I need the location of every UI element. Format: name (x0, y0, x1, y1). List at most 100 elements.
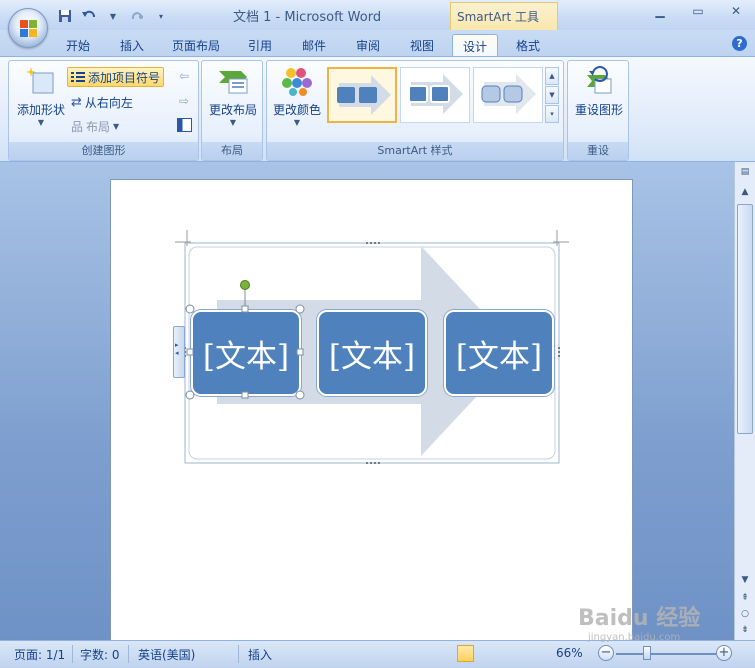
status-bar: 页面: 1/1 字数: 0 英语(美国) 插入 66% − + (0, 640, 755, 668)
text-pane-toggle[interactable]: ▸ ◂ (173, 326, 185, 378)
style-option[interactable] (400, 67, 470, 123)
vertical-scrollbar[interactable]: ▤ ▲ ▼ ⇞ ○ ⇟ (734, 162, 755, 640)
zoom-slider[interactable] (616, 653, 716, 655)
help-icon[interactable]: ? (732, 36, 747, 51)
promote-icon[interactable]: ⇦ (179, 69, 189, 83)
change-layout-label: 更改布局 (208, 103, 257, 117)
add-bullet-button[interactable]: 添加项目符号 (67, 67, 165, 87)
save-icon[interactable] (56, 8, 74, 24)
group-smartart-styles: 更改颜色 ▼ ▲ ▼ ▾ SmartArt 样式 (266, 60, 564, 161)
word-count[interactable]: 字数: 0 (80, 646, 120, 663)
group-reset: 重设图形 重设 (567, 60, 629, 161)
chevron-down-icon: ▼ (113, 121, 120, 131)
page-count[interactable]: 页面: 1/1 (14, 646, 65, 663)
scroll-down-icon[interactable]: ▼ (737, 572, 753, 588)
tab-view[interactable]: 视图 (400, 34, 444, 56)
tab-design[interactable]: 设计 (452, 34, 498, 56)
tab-mailings[interactable]: 邮件 (292, 34, 336, 56)
expand-arrows-icon: ▸ ◂ (175, 341, 179, 357)
office-logo-icon (20, 20, 37, 37)
minimize-icon[interactable]: ▁ (641, 0, 679, 22)
group-label: 重设 (568, 142, 628, 160)
tab-page-layout[interactable]: 页面布局 (164, 34, 228, 56)
add-bullet-label: 添加项目符号 (88, 70, 161, 85)
language-indicator[interactable]: 英语(美国) (138, 646, 195, 663)
style-gallery (327, 67, 543, 125)
demote-icon[interactable]: ⇨ (179, 94, 189, 108)
bullet-list-icon (71, 72, 85, 82)
window-title: 文档 1 - Microsoft Word (233, 10, 382, 25)
change-layout-button[interactable]: 更改布局 ▼ (204, 65, 262, 127)
undo-dropdown-icon[interactable]: ▼ (104, 8, 122, 24)
smartart-box-1[interactable]: [文本] (191, 310, 301, 396)
right-to-left-label: 从右向左 (84, 95, 133, 110)
org-chart-icon: 品 (71, 119, 84, 134)
gallery-scroll: ▲ ▼ ▾ (545, 67, 559, 124)
ribbon: 添加形状 ▼ 添加项目符号 ⇄ 从右向左 品 布局 ▼ ⇦ ⇨ 创建图形 更改布… (0, 56, 755, 162)
print-layout-icon[interactable] (457, 645, 474, 662)
tab-insert[interactable]: 插入 (110, 34, 154, 56)
text-pane-icon[interactable] (177, 118, 192, 132)
scroll-up-icon[interactable]: ▲ (737, 184, 753, 200)
maximize-icon[interactable]: ▭ (679, 0, 717, 22)
close-icon[interactable]: ✕ (717, 0, 755, 22)
tab-references[interactable]: 引用 (238, 34, 282, 56)
gallery-up-icon[interactable]: ▲ (545, 67, 559, 85)
tab-home[interactable]: 开始 (56, 34, 100, 56)
full-screen-reading-icon[interactable] (476, 645, 493, 662)
change-colors-label: 更改颜色 (272, 103, 321, 117)
tab-review[interactable]: 审阅 (346, 34, 390, 56)
scroll-thumb[interactable] (737, 204, 753, 434)
customize-icon[interactable]: ▾ (152, 8, 170, 24)
next-page-icon[interactable]: ⇟ (737, 622, 753, 638)
smartart-box-3[interactable]: [文本] (444, 310, 554, 396)
zoom-in-icon[interactable]: + (716, 645, 732, 661)
tab-format[interactable]: 格式 (506, 34, 550, 56)
draft-icon[interactable] (533, 645, 550, 662)
gallery-more-icon[interactable]: ▾ (545, 105, 559, 123)
prev-page-icon[interactable]: ⇞ (737, 590, 753, 606)
outline-icon[interactable] (514, 645, 531, 662)
style-option[interactable] (473, 67, 543, 123)
zoom-slider-thumb[interactable] (643, 646, 651, 660)
ribbon-tabs: 开始 插入 页面布局 引用 邮件 审阅 视图 设计 格式 ? (0, 30, 755, 56)
color-dots-icon (281, 65, 313, 97)
insert-mode[interactable]: 插入 (248, 646, 272, 663)
add-shape-label: 添加形状 (16, 103, 65, 117)
reset-graphic-label: 重设图形 (574, 103, 623, 117)
undo-icon[interactable] (80, 8, 98, 24)
document-page[interactable]: [文本] [文本] [文本] ▸ ◂ (110, 179, 633, 649)
crop-marks (175, 230, 569, 246)
divider (238, 645, 239, 663)
right-to-left-button[interactable]: ⇄ 从右向左 (71, 92, 133, 112)
reset-graphic-icon (583, 65, 615, 97)
smartart-tools-header: SmartArt 工具 (450, 2, 558, 32)
add-shape-button[interactable]: 添加形状 ▼ (13, 65, 69, 127)
office-button[interactable] (8, 8, 48, 48)
group-create-graphic: 添加形状 ▼ 添加项目符号 ⇄ 从右向左 品 布局 ▼ ⇦ ⇨ 创建图形 (8, 60, 199, 161)
divider (72, 645, 73, 663)
redo-icon[interactable] (128, 8, 146, 24)
zoom-level[interactable]: 66% (556, 646, 583, 660)
smartart-canvas (175, 230, 569, 464)
group-label: 布局 (202, 142, 262, 160)
web-layout-icon[interactable] (495, 645, 512, 662)
smartart-box-2[interactable]: [文本] (317, 310, 427, 396)
zoom-out-icon[interactable]: − (598, 645, 614, 661)
quick-access-toolbar: ▼ ▾ (56, 6, 170, 26)
change-colors-button[interactable]: 更改颜色 ▼ (269, 65, 325, 127)
gallery-down-icon[interactable]: ▼ (545, 86, 559, 104)
reset-graphic-button[interactable]: 重设图形 (570, 65, 628, 118)
chevron-down-icon: ▼ (293, 118, 301, 127)
style-option[interactable] (327, 67, 397, 123)
box-text: [文本] (328, 338, 416, 375)
watermark-brand: Baidu 经验 (578, 606, 701, 631)
watermark: Baidu 经验 jingyan.baidu.com (578, 600, 700, 643)
chevron-down-icon: ▼ (229, 118, 237, 127)
layout-button[interactable]: 品 布局 ▼ (71, 116, 119, 136)
browse-object-icon[interactable]: ○ (737, 606, 753, 622)
group-label: 创建图形 (9, 142, 198, 160)
group-layouts: 更改布局 ▼ 布局 (201, 60, 263, 161)
ruler-toggle-icon[interactable]: ▤ (737, 164, 753, 180)
box-text: [文本] (202, 338, 290, 375)
